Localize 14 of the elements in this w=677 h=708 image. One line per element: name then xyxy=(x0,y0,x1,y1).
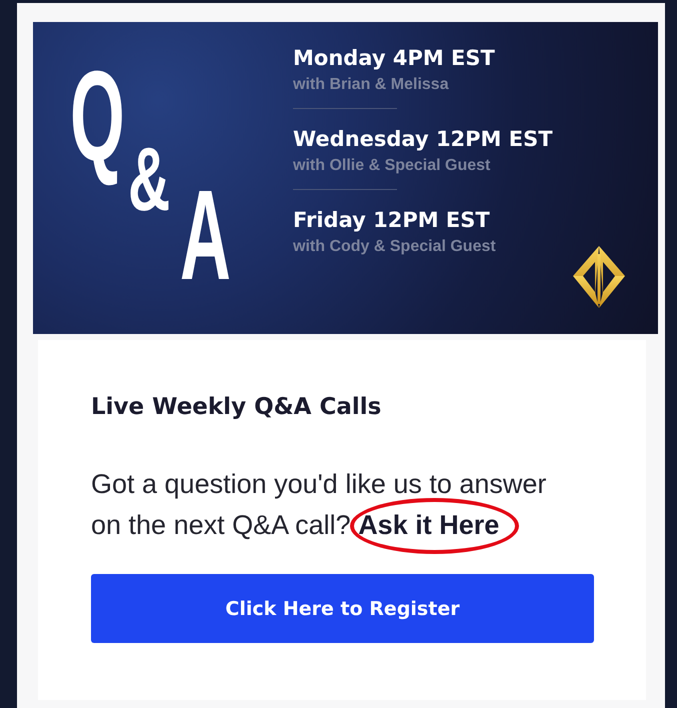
title-letter: & xyxy=(128,129,170,232)
title-letter: Q xyxy=(70,44,125,190)
session-hosts: with Ollie & Special Guest xyxy=(293,156,490,176)
session-hosts: with Cody & Special Guest xyxy=(293,237,496,257)
session-time: Wednesday 12PM EST xyxy=(293,126,553,153)
logo-icon xyxy=(573,246,625,308)
session-time: Friday 12PM EST xyxy=(293,207,490,234)
card-heading: Live Weekly Q&A Calls xyxy=(91,393,382,422)
register-button[interactable]: Click Here to Register xyxy=(91,574,594,643)
session-hosts: with Brian & Melissa xyxy=(293,75,449,95)
description-text: Got a question you'd like us to answer on the next Q&A call? Ask it Here xyxy=(91,464,571,546)
title-letter: A xyxy=(180,163,231,309)
session-time: Monday 4PM EST xyxy=(293,45,495,72)
ask-link[interactable]: Ask it Here xyxy=(358,510,500,540)
